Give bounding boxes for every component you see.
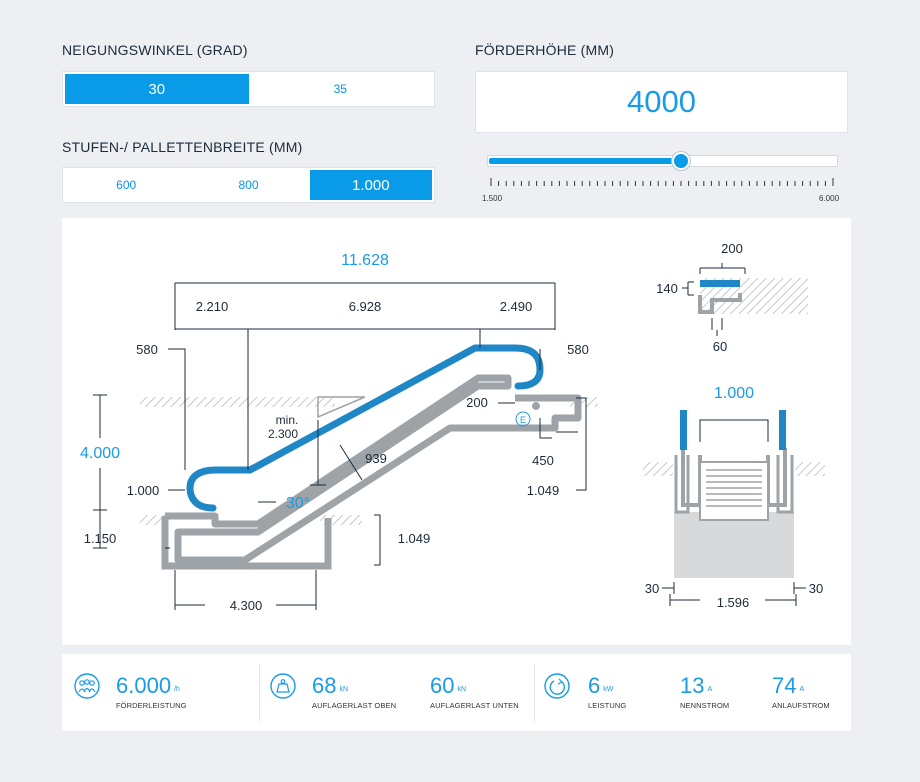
angle-option-30[interactable]: 30 <box>65 74 249 104</box>
people-icon <box>74 673 100 699</box>
height-slider[interactable] <box>487 155 838 167</box>
height-value-input[interactable]: 4000 <box>475 71 848 133</box>
slider-ticks <box>490 178 834 186</box>
cross-total: 1.596 <box>717 595 750 610</box>
stat-value-load-bottom: 60 kN <box>430 673 467 698</box>
angle-label: NEIGUNGSWINKEL (GRAD) <box>62 42 248 58</box>
height-slider-knob[interactable] <box>672 152 691 170</box>
cross-ground-right <box>795 462 825 476</box>
width-option-600[interactable]: 600 <box>65 170 187 200</box>
drive-point <box>532 402 540 410</box>
angle-label-drawing: 30° <box>286 495 310 512</box>
cross-left-30: 30 <box>645 581 659 596</box>
stat-label-starting-current: ANLAUFSTROM <box>772 701 830 710</box>
stat-label-power: LEISTUNG <box>588 701 627 710</box>
seg-left: 2.210 <box>196 299 229 314</box>
seg-mid: 6.928 <box>349 299 382 314</box>
angle-option-35[interactable]: 35 <box>249 74 433 104</box>
cross-width: 1.000 <box>714 385 754 402</box>
width-option-1000[interactable]: 1.000 <box>309 170 432 200</box>
stat-label-load-bottom: AUFLAGERLAST UNTEN <box>430 701 519 710</box>
detail-dim-60: 60 <box>713 339 727 354</box>
width-selector: 600 800 1.000 <box>62 167 435 203</box>
ground-hatch-top-left <box>140 397 335 407</box>
detail-handrail <box>700 280 740 287</box>
stat-value-power: 6 kW <box>588 673 614 698</box>
escalator-drawing: E 11.628 2.210 6.928 2.490 580 580 min. … <box>80 241 825 613</box>
power-icon <box>544 673 570 699</box>
height-value: 4.000 <box>80 445 120 462</box>
weight-icon <box>270 673 296 699</box>
slider-min-label: 1.500 <box>482 194 503 203</box>
cross-pit <box>674 512 794 578</box>
dim-4300: 4.300 <box>230 598 263 613</box>
slider-max-label: 6.000 <box>819 194 840 203</box>
dim-1049-right: 1.049 <box>527 483 560 498</box>
dim-1049-pit: 1.049 <box>398 531 431 546</box>
angle-selector: 30 35 <box>62 71 435 107</box>
top-left-580: 580 <box>136 342 158 357</box>
dim-939: 939 <box>365 451 387 466</box>
stats-bar: 6.000/h FÖRDERLEISTUNG 68 kN AUFLAGERLAST… <box>62 654 851 731</box>
cross-ground-left <box>643 462 673 476</box>
total-length: 11.628 <box>341 252 389 269</box>
min-value: 2.300 <box>268 427 298 441</box>
detail-dim-140: 140 <box>656 281 678 296</box>
cross-handrail-left <box>680 410 687 450</box>
dim-200: 200 <box>466 395 488 410</box>
stat-value-throughput: 6.000/h <box>116 673 180 698</box>
cross-right-30: 30 <box>809 581 823 596</box>
e-marker: E <box>520 415 526 425</box>
stat-label-rated-current: NENNSTROM <box>680 701 730 710</box>
dim-1000: 1.000 <box>127 483 160 498</box>
min-label: min. <box>276 413 299 427</box>
stat-value-rated-current: 13 A <box>680 673 713 698</box>
drawing-panel: E 11.628 2.210 6.928 2.490 580 580 min. … <box>62 218 851 645</box>
detail-dim-200: 200 <box>721 241 743 256</box>
separator <box>534 664 535 721</box>
stat-value-starting-current: 74 A <box>772 673 805 698</box>
stat-label-load-top: AUFLAGERLAST OBEN <box>312 701 397 710</box>
top-right-580: 580 <box>567 342 589 357</box>
stat-value-load-top: 68 kN <box>312 673 349 698</box>
width-label: STUFEN-/ PALLETTENBREITE (MM) <box>62 139 303 155</box>
dim-1150: 1.150 <box>84 531 117 546</box>
separator <box>259 664 260 721</box>
width-option-800[interactable]: 800 <box>187 170 309 200</box>
height-label: FÖRDERHÖHE (MM) <box>475 42 615 58</box>
dim-450: 450 <box>532 453 554 468</box>
cross-handrail-right <box>779 410 786 450</box>
height-slider-fill <box>489 158 680 164</box>
seg-right: 2.490 <box>500 299 533 314</box>
stat-label-throughput: FÖRDERLEISTUNG <box>116 701 187 710</box>
